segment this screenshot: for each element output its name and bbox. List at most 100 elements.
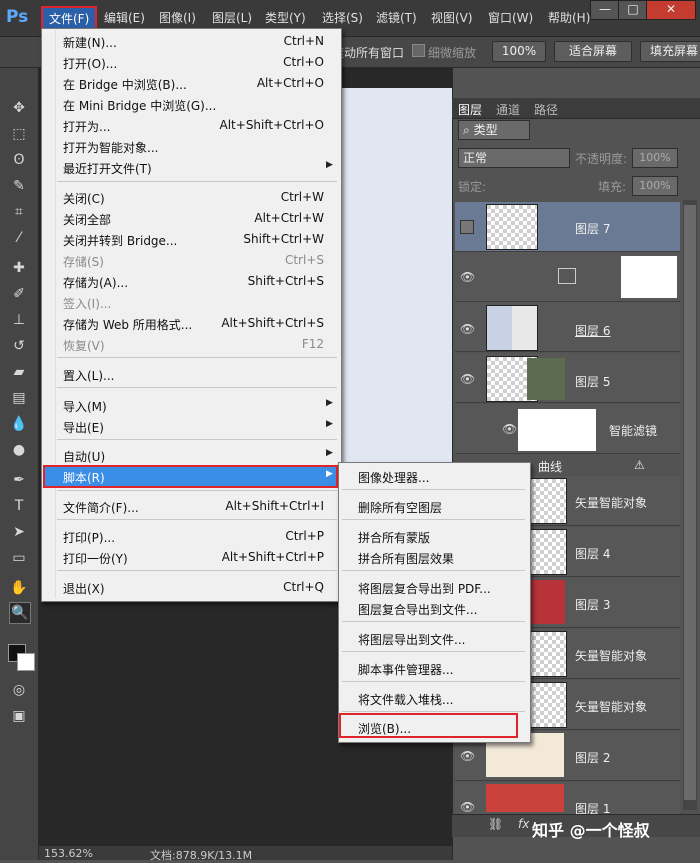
marquee-tool-icon[interactable]: ⬚	[9, 124, 29, 144]
shape-tool-icon[interactable]: ▭	[9, 548, 29, 568]
zoom-100-button[interactable]: 100%	[492, 41, 546, 62]
tab-channels[interactable]: 通道	[496, 101, 520, 118]
menu-window[interactable]: 窗口(W)	[488, 9, 533, 26]
menu-help[interactable]: 帮助(H)	[548, 9, 590, 26]
eye-icon[interactable]: 👁	[460, 749, 475, 763]
eye-icon[interactable]: 👁	[502, 422, 517, 436]
menu-item-mini-bridge[interactable]: 在 Mini Bridge 中浏览(G)...	[63, 97, 216, 114]
type-tool-icon[interactable]: T	[9, 496, 29, 516]
opacity-field[interactable]: 100%	[632, 148, 678, 168]
menu-item-check-in[interactable]: 签入(I)...	[63, 295, 111, 312]
menu-item-import[interactable]: 导入(M)	[63, 398, 107, 415]
dodge-tool-icon[interactable]: ●	[9, 440, 29, 460]
submenu-item-flatten-effects[interactable]: 拼合所有图层效果	[358, 550, 454, 567]
submenu-item-browse[interactable]: 浏览(B)...	[358, 720, 411, 737]
menu-layer[interactable]: 图层(L)	[212, 9, 252, 26]
path-select-tool-icon[interactable]: ➤	[9, 522, 29, 542]
menu-item-open-as[interactable]: 打开为...	[63, 118, 110, 135]
menu-item-open-smart[interactable]: 打开为智能对象...	[63, 139, 158, 156]
scrubby-zoom-checkbox[interactable]	[412, 44, 425, 57]
layers-scroll-thumb[interactable]	[684, 205, 696, 800]
submenu-item-delete-empty-layers[interactable]: 删除所有空图层	[358, 499, 442, 516]
zoom-tool-icon[interactable]: 🔍	[9, 602, 31, 624]
quick-select-tool-icon[interactable]: ✎	[9, 176, 29, 196]
background-color-swatch[interactable]	[17, 653, 35, 671]
fit-screen-button[interactable]: 适合屏幕	[554, 41, 632, 62]
menu-item-recent[interactable]: 最近打开文件(T)	[63, 160, 152, 177]
eraser-tool-icon[interactable]: ▰	[9, 362, 29, 382]
layer-name-6[interactable]: 图层 6	[575, 322, 610, 339]
eye-icon[interactable]: 👁	[460, 322, 475, 336]
healing-brush-tool-icon[interactable]: ✚	[9, 258, 29, 278]
blend-mode-select[interactable]: 正常	[458, 148, 570, 168]
fill-screen-button[interactable]: 填充屏幕	[640, 41, 700, 62]
menu-item-save-for-web[interactable]: 存储为 Web 所用格式...	[63, 316, 192, 333]
screen-mode-icon[interactable]: ▣	[9, 706, 29, 726]
layer-filter-select[interactable]: ⌕ 类型	[458, 120, 530, 140]
menu-item-scripts[interactable]: 脚本(R)	[63, 469, 105, 486]
menu-item-print[interactable]: 打印(P)...	[63, 529, 115, 546]
fill-field[interactable]: 100%	[632, 176, 678, 196]
crop-tool-icon[interactable]: ⌗	[9, 202, 29, 222]
layer-name-5[interactable]: 图层 5	[575, 373, 610, 390]
menu-view[interactable]: 视图(V)	[431, 9, 473, 26]
menu-item-automate[interactable]: 自动(U)	[63, 448, 105, 465]
menu-item-new[interactable]: 新建(N)...	[63, 34, 117, 51]
close-button[interactable]: ✕	[646, 0, 696, 20]
filter-name-curves[interactable]: 曲线	[538, 458, 562, 475]
stamp-tool-icon[interactable]: ⊥	[9, 310, 29, 330]
menu-item-close-all[interactable]: 关闭全部	[63, 211, 111, 228]
quick-mask-icon[interactable]: ◎	[9, 680, 29, 700]
layer-name-smart-filters[interactable]: 智能滤镜	[609, 422, 657, 439]
visibility-toggle[interactable]	[460, 220, 474, 234]
menu-item-save-as[interactable]: 存储为(A)...	[63, 274, 128, 291]
hand-tool-icon[interactable]: ✋	[9, 578, 29, 598]
maximize-button[interactable]: □	[618, 0, 648, 20]
eyedropper-tool-icon[interactable]: ⁄	[9, 228, 29, 248]
menu-image[interactable]: 图像(I)	[159, 9, 196, 26]
layer-name-4[interactable]: 图层 4	[575, 545, 610, 562]
menu-item-place[interactable]: 置入(L)...	[63, 367, 115, 384]
menu-item-open[interactable]: 打开(O)...	[63, 55, 117, 72]
tab-layers[interactable]: 图层	[458, 101, 482, 118]
history-brush-tool-icon[interactable]: ↺	[9, 336, 29, 356]
brush-tool-icon[interactable]: ✐	[9, 284, 29, 304]
link-layers-icon[interactable]: ⛓	[488, 817, 503, 831]
scroll-all-windows-checkbox[interactable]: 滚动所有窗口	[332, 44, 404, 61]
layer-name-vector-3[interactable]: 矢量智能对象	[575, 698, 647, 715]
lasso-tool-icon[interactable]: ʘ	[9, 150, 29, 170]
submenu-item-script-events[interactable]: 脚本事件管理器...	[358, 661, 453, 678]
menu-item-revert[interactable]: 恢复(V)	[63, 337, 105, 354]
menu-item-close[interactable]: 关闭(C)	[63, 190, 105, 207]
blur-tool-icon[interactable]: 💧	[9, 414, 29, 434]
eye-icon[interactable]: 👁	[460, 800, 475, 814]
pen-tool-icon[interactable]: ✒	[9, 470, 29, 490]
submenu-item-comps-to-pdf[interactable]: 将图层复合导出到 PDF...	[358, 580, 491, 597]
layer-name-3[interactable]: 图层 3	[575, 596, 610, 613]
layer-name-vector-1[interactable]: 矢量智能对象	[575, 494, 647, 511]
menu-item-print-one[interactable]: 打印一份(Y)	[63, 550, 128, 567]
menu-item-browse-bridge[interactable]: 在 Bridge 中浏览(B)...	[63, 76, 187, 93]
submenu-item-flatten-masks[interactable]: 拼合所有蒙版	[358, 529, 430, 546]
menu-item-file-info[interactable]: 文件简介(F)...	[63, 499, 139, 516]
menu-type[interactable]: 类型(Y)	[265, 9, 306, 26]
move-tool-icon[interactable]: ✥	[9, 98, 29, 118]
zoom-readout[interactable]: 153.62%	[44, 847, 93, 860]
submenu-item-load-into-stack[interactable]: 将文件载入堆栈...	[358, 691, 453, 708]
menu-item-close-to-bridge[interactable]: 关闭并转到 Bridge...	[63, 232, 177, 249]
layer-name-vector-2[interactable]: 矢量智能对象	[575, 647, 647, 664]
menu-select[interactable]: 选择(S)	[322, 9, 363, 26]
menu-edit[interactable]: 编辑(E)	[104, 9, 145, 26]
submenu-item-image-processor[interactable]: 图像处理器...	[358, 469, 429, 486]
menu-item-export[interactable]: 导出(E)	[63, 419, 104, 436]
minimize-button[interactable]: —	[590, 0, 620, 20]
menu-filter[interactable]: 滤镜(T)	[376, 9, 417, 26]
eye-icon[interactable]: 👁	[460, 372, 475, 386]
fx-icon[interactable]: fx	[518, 817, 529, 831]
gradient-tool-icon[interactable]: ▤	[9, 388, 29, 408]
layer-name-2[interactable]: 图层 2	[575, 749, 610, 766]
eye-icon[interactable]: 👁	[460, 270, 475, 284]
menu-item-exit[interactable]: 退出(X)	[63, 580, 105, 597]
layer-name-7[interactable]: 图层 7	[575, 220, 610, 237]
tab-paths[interactable]: 路径	[534, 101, 558, 118]
